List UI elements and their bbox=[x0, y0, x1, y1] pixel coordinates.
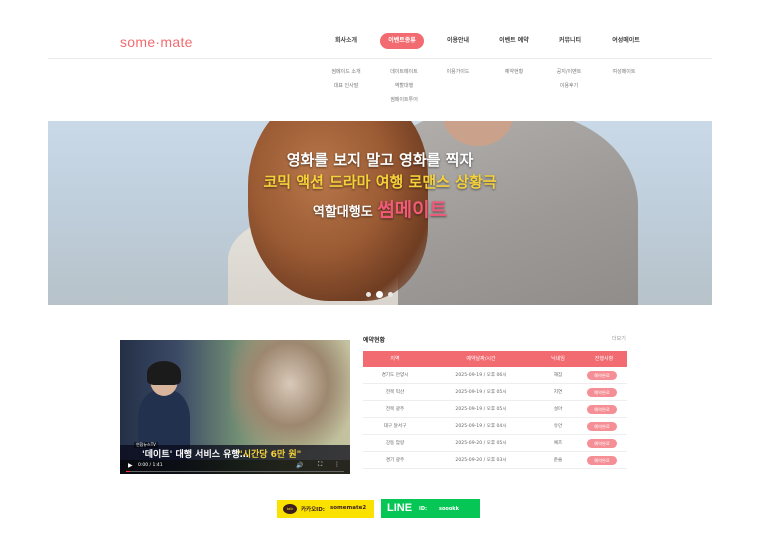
line-logo: LINE bbox=[387, 502, 413, 514]
nav-item-event-types[interactable]: 이벤트종류 bbox=[380, 33, 424, 49]
slider-dots bbox=[364, 291, 396, 299]
submenu-item-reviews[interactable]: 이용후기 bbox=[560, 82, 578, 89]
play-icon[interactable]: ▶ bbox=[128, 462, 133, 469]
video-progress-bar[interactable] bbox=[126, 471, 344, 472]
kakao-id-value: somemate2 bbox=[330, 505, 367, 511]
hero-headline: 영화를 보지 말고 영화를 찍자 bbox=[286, 151, 474, 169]
table-row: 대구 달서구 2025-09-19 / 오후 04시 유안 예약완료 bbox=[363, 418, 627, 435]
table-row: 전북 광주 2025-09-19 / 오후 05시 설아 예약완료 bbox=[363, 401, 627, 418]
video-time: 0:00 / 1:41 bbox=[138, 463, 163, 468]
kakao-id-label: 카카오ID: bbox=[301, 507, 325, 513]
site-logo[interactable]: some·mate bbox=[120, 34, 193, 50]
cell-datetime: 2025-09-19 / 오후 06시 bbox=[455, 373, 507, 378]
cell-nickname: 예즈 bbox=[553, 441, 563, 446]
status-badge: 예약완료 bbox=[587, 439, 617, 448]
nav-item-guide[interactable]: 이용안내 bbox=[438, 33, 478, 49]
video-progress-fill bbox=[126, 471, 131, 472]
more-options-icon[interactable]: ⋮ bbox=[334, 461, 340, 468]
cell-nickname: 준슬 bbox=[553, 458, 563, 463]
line-id-label: ID: bbox=[419, 506, 428, 512]
column-header-region: 지역 bbox=[390, 356, 400, 362]
submenu-item-reservation-status[interactable]: 예약현황 bbox=[505, 68, 523, 75]
nav-item-community[interactable]: 커뮤니티 bbox=[550, 33, 590, 49]
cell-region: 전북 광주 bbox=[385, 407, 405, 412]
cell-datetime: 2025-09-20 / 오후 03시 bbox=[455, 458, 507, 463]
cell-nickname: 설아 bbox=[553, 407, 563, 412]
reservation-more-link[interactable]: 더보기 bbox=[612, 335, 626, 342]
submenu-item-female-mate[interactable]: 여성메이트 bbox=[612, 68, 635, 75]
table-row: 경기도 안양시 2025-09-19 / 오후 06시 해잠 예약완료 bbox=[363, 367, 627, 384]
slider-dot-1[interactable] bbox=[366, 292, 371, 297]
nav-item-company[interactable]: 회사소개 bbox=[326, 33, 366, 49]
submenu-item-about[interactable]: 썸메이드 소개 bbox=[331, 68, 360, 75]
submenu-item-role-agency[interactable]: 역할대행 bbox=[395, 82, 413, 89]
slider-dot-3[interactable] bbox=[388, 292, 393, 297]
nav-item-reservation[interactable]: 이벤트 예약 bbox=[492, 33, 536, 49]
cell-region: 경기 광주 bbox=[385, 458, 405, 463]
volume-icon[interactable]: 🔊 bbox=[296, 462, 303, 469]
main-nav: 회사소개 이벤트종류 이용안내 이벤트 예약 커뮤니티 여성메이트 bbox=[326, 33, 656, 49]
kakao-banner[interactable]: talk 카카오ID: somemate2 bbox=[277, 500, 374, 518]
submenu-item-notice[interactable]: 공지/이벤트 bbox=[557, 68, 582, 75]
video-player[interactable]: 연합뉴스TV '데이트' 대행 서비스 유행… "시간당 6만 원" ▶ 0:0… bbox=[120, 340, 350, 474]
cell-region: 전북 익산 bbox=[385, 390, 405, 395]
cell-region: 대구 달서구 bbox=[383, 424, 407, 429]
hero-tagline-brand: 썸메이트 bbox=[377, 199, 448, 221]
reservation-table-body: 경기도 안양시 2025-09-19 / 오후 06시 해잠 예약완료 전북 익산 202… bbox=[363, 367, 627, 469]
status-badge: 예약완료 bbox=[587, 371, 617, 380]
column-header-nickname: 닉네임 bbox=[551, 356, 565, 362]
cell-nickname: 유안 bbox=[553, 424, 563, 429]
table-row: 강동 암랑 2025-09-20 / 오후 05시 예즈 예약완료 bbox=[363, 435, 627, 452]
cell-nickname: 지연 bbox=[553, 390, 563, 395]
cell-datetime: 2025-09-20 / 오후 05시 bbox=[455, 441, 507, 446]
status-badge: 예약완료 bbox=[587, 422, 617, 431]
column-header-datetime: 예약날짜/시간 bbox=[466, 356, 496, 362]
status-badge: 예약완료 bbox=[587, 456, 617, 465]
column-header-status: 진행사항 bbox=[594, 356, 614, 362]
submenu-item-greeting[interactable]: 대표 인사말 bbox=[334, 82, 359, 89]
table-row: 전북 익산 2025-09-19 / 오후 05시 지연 예약완료 bbox=[363, 384, 627, 401]
hero-tagline-prefix: 역할대행도 bbox=[312, 205, 373, 220]
cell-datetime: 2025-09-19 / 오후 04시 bbox=[455, 424, 507, 429]
line-banner[interactable]: LINE ID: soookk bbox=[381, 499, 480, 518]
submenu-item-tour[interactable]: 썸메이트투어 bbox=[390, 96, 418, 103]
reservation-title: 예약현황 bbox=[363, 337, 386, 344]
page: some·mate 회사소개 이벤트종류 이용안내 이벤트 예약 커뮤니티 여성… bbox=[0, 0, 760, 540]
video-caption-highlight: "시간당 6만 원" bbox=[238, 450, 302, 460]
status-badge: 예약완료 bbox=[587, 405, 617, 414]
cell-region: 경기도 안양시 bbox=[381, 373, 409, 378]
reservation-table-header: 지역 예약날짜/시간 닉네임 진행사항 bbox=[363, 351, 627, 367]
hero-genres: 코믹 액션 드라마 여행 로맨스 상황극 bbox=[263, 173, 497, 191]
fullscreen-icon[interactable]: ⛶ bbox=[318, 461, 322, 469]
cell-datetime: 2025-09-19 / 오후 05시 bbox=[455, 390, 507, 395]
cell-datetime: 2025-09-19 / 오후 05시 bbox=[455, 407, 507, 412]
submenu-item-date-mate[interactable]: 데이트메이트 bbox=[390, 68, 418, 75]
hero-tagline: 역할대행도 썸메이트 bbox=[48, 195, 712, 222]
nav-item-female-mate[interactable]: 여성메이트 bbox=[604, 33, 648, 49]
hero-banner[interactable]: 영화를 보지 말고 영화를 찍자 코믹 액션 드라마 여행 로맨스 상황극 역할… bbox=[48, 121, 712, 305]
video-caption-text: '데이트' 대행 서비스 유행… bbox=[142, 450, 249, 460]
status-badge: 예약완료 bbox=[587, 388, 617, 397]
submenu-item-guide[interactable]: 이용가이드 bbox=[446, 68, 469, 75]
kakao-talk-icon: talk bbox=[283, 504, 297, 514]
video-anchor-hair bbox=[147, 361, 181, 385]
cell-nickname: 해잠 bbox=[553, 373, 563, 378]
video-couple-image bbox=[230, 340, 350, 450]
line-id-value: soookk bbox=[439, 506, 459, 512]
cell-region: 강동 암랑 bbox=[385, 441, 405, 446]
table-row: 경기 광주 2025-09-20 / 오후 03시 준슬 예약완료 bbox=[363, 452, 627, 469]
header-divider bbox=[48, 58, 712, 59]
slider-dot-2[interactable] bbox=[376, 291, 383, 298]
